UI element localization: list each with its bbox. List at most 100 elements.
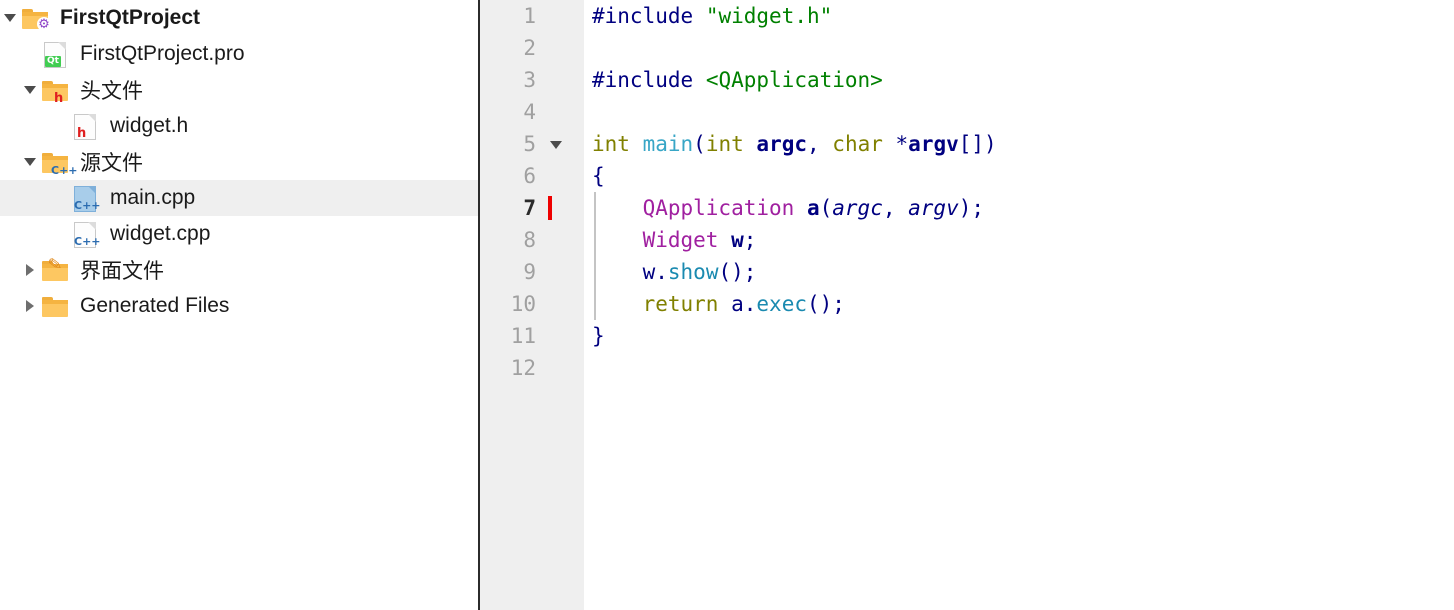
token-var-w: w [642,260,656,284]
tree-item-label: 界面文件 [80,260,164,283]
line-number-row: 4 [480,96,584,128]
tree-item-label: 头文件 [80,80,143,103]
code-line-10[interactable]: return a. exec (); [592,288,1454,320]
token-method-show: show [667,260,719,284]
collapse-arrow-icon[interactable] [20,252,40,288]
token-type-int: int [705,132,744,156]
tree-item-widget-h[interactable]: h widget.h [0,108,478,144]
file-cpp-icon: C++ [70,185,101,212]
token-keyword-return: return [642,292,719,316]
line-number: 9 [523,260,536,284]
token-dot: . [655,260,668,284]
token-semicolon: ; [743,228,757,252]
token-paren-semi: ); [958,196,985,220]
token-brace-open: { [592,164,605,188]
token-type-char: char [832,132,883,156]
tree-item-label: 源文件 [80,152,143,175]
folder-headers-icon: h [40,77,70,105]
tree-item-sources-folder[interactable]: C++ 源文件 [0,144,478,180]
tree-item-forms-folder[interactable]: ✎ 界面文件 [0,252,478,288]
folder-sources-icon: C++ [40,149,78,176]
code-line-2[interactable] [592,32,1454,64]
tree-item-generated-files[interactable]: Generated Files [0,288,478,324]
token-param-argv: argv [908,132,959,156]
code-line-3[interactable]: #include <QApplication> [592,64,1454,96]
line-number-row: 12 [480,352,584,384]
line-number-row: 9 [480,256,584,288]
line-number-row: 11 [480,320,584,352]
code-line-11[interactable]: } [592,320,1454,352]
collapse-arrow-icon[interactable] [20,288,40,324]
line-number: 7 [523,196,536,220]
ide-window: ⚙ FirstQtProject Qt FirstQtProject.pro h… [0,0,1454,610]
expand-arrow-icon[interactable] [0,0,20,36]
token-type-int: int [592,132,630,156]
fold-collapse-icon[interactable] [550,141,562,149]
expand-arrow-icon[interactable] [20,72,40,108]
token-comma: , [807,132,833,156]
line-number: 4 [523,100,536,124]
token-class-qapplication: QApplication [642,196,795,220]
token-param-argc: argc [756,132,807,156]
tree-item-headers-folder[interactable]: h 头文件 [0,72,478,108]
code-text-area[interactable]: #include "widget.h" #include <QApplicati… [584,0,1454,610]
tree-item-firstqtproject[interactable]: ⚙ FirstQtProject [0,0,478,36]
line-number: 1 [523,4,536,28]
code-line-12[interactable] [592,352,1454,384]
file-header-icon: h [70,113,100,140]
tree-item-firstqtproject-pro[interactable]: Qt FirstQtProject.pro [0,36,478,72]
tree-item-main-cpp[interactable]: C++ main.cpp [0,180,478,216]
project-explorer-panel[interactable]: ⚙ FirstQtProject Qt FirstQtProject.pro h… [0,0,478,610]
folder-project-icon: ⚙ [20,5,51,31]
token-paren-semi: (); [806,292,845,316]
line-number: 3 [523,68,536,92]
line-number-row: 5 [480,128,584,160]
folder-forms-icon: ✎ [40,254,70,283]
folder-plain-icon [40,293,70,319]
editor-gutter[interactable]: 1 2 3 4 5 6 7 8 9 10 11 12 [480,0,584,610]
line-number-row: 2 [480,32,584,64]
tree-item-label: widget.h [110,114,189,137]
tree-item-label: FirstQtProject [60,6,201,29]
token-dot: . [743,292,757,316]
line-number: 8 [523,228,536,252]
token-brace-close: } [592,324,605,348]
token-function-main: main [642,132,694,156]
expand-arrow-icon[interactable] [20,144,40,180]
token-paren: ( [693,132,706,156]
token-var-a: a [806,196,820,220]
line-number-row-current: 7 [480,192,584,224]
token-paren: ( [819,196,833,220]
file-cpp-icon: C++ [70,221,101,248]
expand-arrow-placeholder [50,216,70,252]
token-param-argc: argc [832,196,883,220]
line-number: 12 [510,356,536,380]
expand-arrow-placeholder [50,180,70,216]
tree-item-label: FirstQtProject.pro [80,42,245,65]
cursor-position-marker [548,196,552,220]
code-line-8[interactable]: Widget w; [592,224,1454,256]
token-class-widget: Widget [642,228,719,252]
expand-arrow-placeholder [50,108,70,144]
line-number-row: 3 [480,64,584,96]
line-number-row: 8 [480,224,584,256]
tree-item-widget-cpp[interactable]: C++ widget.cpp [0,216,478,252]
code-line-6[interactable]: { [592,160,1454,192]
file-qt-pro-icon: Qt [40,41,70,68]
token-comma: , [882,196,909,220]
code-line-7[interactable]: QApplication a(argc, argv); [592,192,1454,224]
line-number: 11 [510,324,536,348]
tree-item-label: Generated Files [80,294,230,317]
code-line-1[interactable]: #include "widget.h" [592,0,1454,32]
expand-arrow-placeholder [20,36,40,72]
token-method-exec: exec [756,292,807,316]
token-include: #include [592,68,694,92]
token-brackets: []) [958,132,997,156]
code-line-4[interactable] [592,96,1454,128]
code-editor[interactable]: 1 2 3 4 5 6 7 8 9 10 11 12 #include "wid… [480,0,1454,610]
code-line-9[interactable]: w. show (); [592,256,1454,288]
code-line-5[interactable]: int main(int argc, char * argv[]) [592,128,1454,160]
token-var-a: a [731,292,744,316]
line-number-row: 6 [480,160,584,192]
tree-item-label: main.cpp [110,186,196,209]
